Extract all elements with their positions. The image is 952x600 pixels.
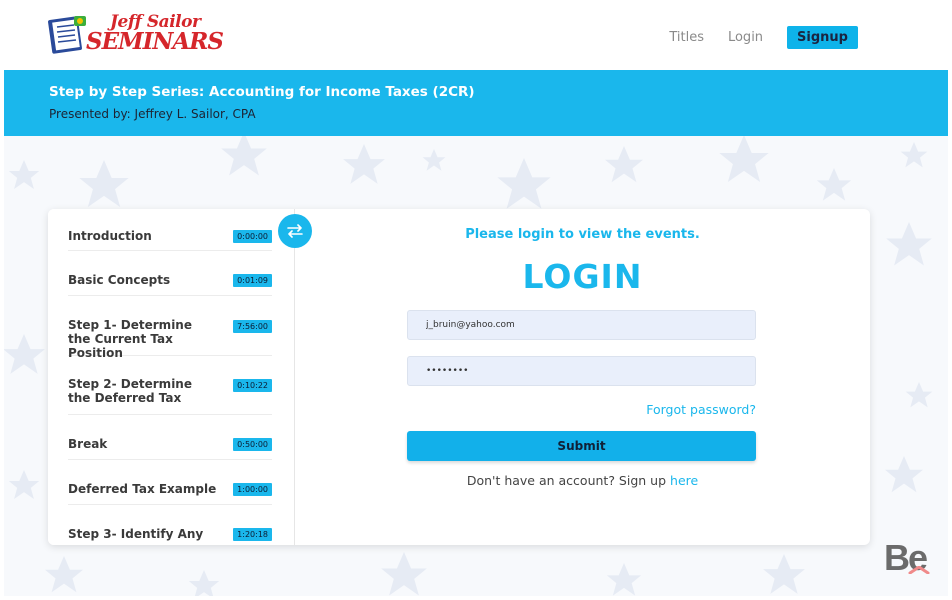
- lesson-time-badge: 0:50:00: [233, 438, 272, 451]
- course-banner: Step by Step Series: Accounting for Inco…: [4, 70, 948, 136]
- forgot-password-link[interactable]: Forgot password?: [646, 402, 756, 417]
- login-form-area: Please login to view the events. LOGIN F…: [295, 209, 870, 545]
- book-logo-icon: [48, 16, 86, 54]
- behance-accent-icon: [908, 566, 930, 574]
- lesson-item[interactable]: Basic Concepts 0:01:09: [68, 251, 272, 296]
- lesson-time-badge: 0:01:09: [233, 274, 272, 287]
- lesson-label: Basic Concepts: [68, 273, 171, 287]
- lesson-sidebar: Introduction 0:00:00 Basic Concepts 0:01…: [48, 209, 295, 545]
- nav-titles-link[interactable]: Titles: [669, 30, 704, 45]
- top-navbar: Jeff Sailor SEMINARS Titles Login Signup: [4, 4, 948, 70]
- logo-text-main: SEMINARS: [86, 28, 224, 55]
- lesson-item[interactable]: Deferred Tax Example 1:00:00: [68, 460, 272, 505]
- nav-signup-button[interactable]: Signup: [787, 26, 858, 49]
- lesson-time-badge: 7:56:00: [233, 320, 272, 333]
- login-card: Introduction 0:00:00 Basic Concepts 0:01…: [48, 209, 870, 545]
- nav-login-link[interactable]: Login: [728, 30, 763, 45]
- lesson-item[interactable]: Break 0:50:00: [68, 415, 272, 460]
- lesson-label: Introduction: [68, 229, 152, 243]
- signup-here-link[interactable]: here: [670, 473, 698, 488]
- lesson-item[interactable]: Introduction 0:00:00: [68, 209, 272, 251]
- submit-button[interactable]: Submit: [407, 431, 756, 461]
- signup-prompt: Don't have an account? Sign up here: [295, 473, 870, 488]
- signup-prompt-text: Don't have an account? Sign up: [466, 473, 667, 488]
- lesson-label: Step 2- Determine the Deferred Tax: [68, 377, 192, 405]
- login-heading: LOGIN: [522, 257, 643, 296]
- swap-arrows-icon: [287, 224, 303, 238]
- lesson-time-badge: 1:20:18: [233, 528, 272, 541]
- password-field[interactable]: [407, 356, 756, 386]
- lesson-label: Step 1- Determine the Current Tax Positi…: [68, 318, 192, 360]
- course-title: Step by Step Series: Accounting for Inco…: [49, 84, 475, 100]
- lesson-label: Break: [68, 437, 108, 451]
- toggle-sidebar-button[interactable]: [278, 214, 312, 248]
- main-nav: Titles Login Signup: [669, 26, 858, 49]
- course-presenter: Presented by: Jeffrey L. Sailor, CPA: [49, 107, 256, 121]
- site-logo[interactable]: Jeff Sailor SEMINARS: [48, 10, 224, 62]
- lesson-time-badge: 0:10:22: [233, 379, 272, 392]
- lesson-label: Step 3- Identify Any: [68, 527, 204, 541]
- lesson-label: Deferred Tax Example: [68, 482, 217, 496]
- lesson-item[interactable]: Step 1- Determine the Current Tax Positi…: [68, 296, 272, 360]
- lesson-item[interactable]: Step 2- Determine the Deferred Tax 0:10:…: [68, 356, 272, 415]
- email-field[interactable]: [407, 310, 756, 340]
- lesson-time-badge: 1:00:00: [233, 483, 272, 496]
- login-prompt-text: Please login to view the events.: [465, 227, 700, 242]
- app-frame: Jeff Sailor SEMINARS Titles Login Signup…: [4, 4, 948, 596]
- lesson-item[interactable]: Step 3- Identify Any 1:20:18: [68, 505, 272, 545]
- lesson-time-badge: 0:00:00: [233, 230, 272, 243]
